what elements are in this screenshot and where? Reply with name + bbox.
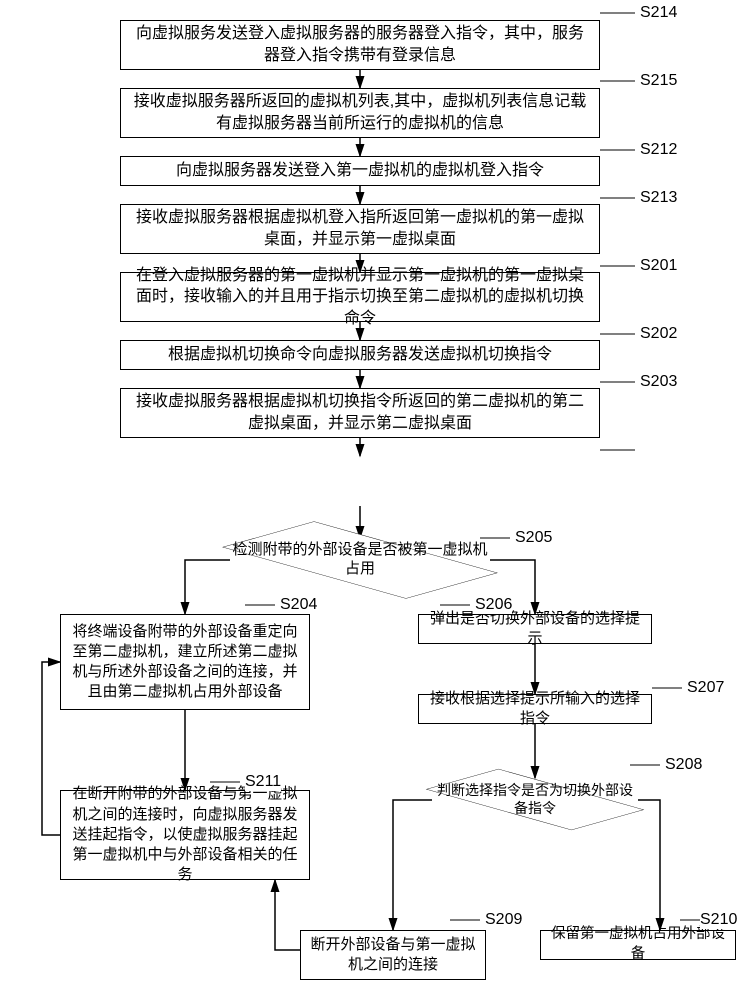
node-S207: 接收根据选择提示所输入的选择指令 bbox=[418, 694, 652, 724]
node-S204: 将终端设备附带的外部设备重定向至第二虚拟机，建立所述第二虚拟机与所述外部设备之间… bbox=[60, 614, 310, 710]
node-S209: 断开外部设备与第一虚拟机之间的连接 bbox=[300, 930, 486, 980]
node-S208: 判断选择指令是否为切换外部设备指令 bbox=[432, 748, 638, 851]
label-S202: S202 bbox=[640, 325, 677, 343]
label-S203: S203 bbox=[640, 373, 677, 391]
node-S202: 根据虚拟机切换命令向虚拟服务器发送虚拟机切换指令 bbox=[120, 340, 600, 370]
node-S205: 检测附带的外部设备是否被第一虚拟机占用 bbox=[230, 495, 490, 625]
node-text: 判断选择指令是否为切换外部设备指令 bbox=[432, 782, 638, 817]
label-S204: S204 bbox=[280, 596, 317, 614]
node-S210: 保留第一虚拟机占用外部设备 bbox=[540, 930, 736, 960]
node-S203: 接收虚拟服务器根据虚拟机切换指令所返回的第二虚拟机的第二虚拟桌面，并显示第二虚拟… bbox=[120, 388, 600, 438]
label-S210: S210 bbox=[700, 911, 737, 929]
node-text: 接收虚拟服务器所返回的虚拟机列表,其中，虚拟机列表信息记载有虚拟服务器当前所运行… bbox=[129, 91, 591, 134]
label-S214: S214 bbox=[640, 4, 677, 22]
label-S208: S208 bbox=[665, 756, 702, 774]
label-S215: S215 bbox=[640, 72, 677, 90]
node-text: 接收虚拟服务器根据虚拟机登入指所返回第一虚拟机的第一虚拟桌面，并显示第一虚拟桌面 bbox=[129, 207, 591, 250]
label-S206: S206 bbox=[475, 596, 512, 614]
label-S209: S209 bbox=[485, 911, 522, 929]
node-text: 将终端设备附带的外部设备重定向至第二虚拟机，建立所述第二虚拟机与所述外部设备之间… bbox=[69, 622, 301, 703]
node-S214: 向虚拟服务发送登入虚拟服务器的服务器登入指令，其中，服务器登入指令携带有登录信息 bbox=[120, 20, 600, 70]
node-S206: 弹出是否切换外部设备的选择提示 bbox=[418, 614, 652, 644]
node-S212: 向虚拟服务器发送登入第一虚拟机的虚拟机登入指令 bbox=[120, 156, 600, 186]
label-S201: S201 bbox=[640, 257, 677, 275]
node-text: 向虚拟服务器发送登入第一虚拟机的虚拟机登入指令 bbox=[176, 160, 544, 182]
node-text: 接收根据选择提示所输入的选择指令 bbox=[427, 689, 643, 730]
label-S213: S213 bbox=[640, 189, 677, 207]
label-S212: S212 bbox=[640, 141, 677, 159]
node-text: 检测附带的外部设备是否被第一虚拟机占用 bbox=[230, 541, 490, 579]
node-S213: 接收虚拟服务器根据虚拟机登入指所返回第一虚拟机的第一虚拟桌面，并显示第一虚拟桌面 bbox=[120, 204, 600, 254]
node-S211: 在断开附带的外部设备与第一虚拟机之间的连接时，向虚拟服务器发送挂起指令，以使虚拟… bbox=[60, 790, 310, 880]
node-text: 弹出是否切换外部设备的选择提示 bbox=[427, 609, 643, 650]
node-text: 接收虚拟服务器根据虚拟机切换指令所返回的第二虚拟机的第二虚拟桌面，并显示第二虚拟… bbox=[129, 391, 591, 434]
node-text: 向虚拟服务发送登入虚拟服务器的服务器登入指令，其中，服务器登入指令携带有登录信息 bbox=[129, 23, 591, 66]
label-S205: S205 bbox=[515, 529, 552, 547]
node-S201: 在登入虚拟服务器的第一虚拟机并显示第一虚拟机的第一虚拟桌面时，接收输入的并且用于… bbox=[120, 272, 600, 322]
node-text: 保留第一虚拟机占用外部设备 bbox=[549, 925, 727, 964]
node-text: 在断开附带的外部设备与第一虚拟机之间的连接时，向虚拟服务器发送挂起指令，以使虚拟… bbox=[69, 784, 301, 885]
node-text: 断开外部设备与第一虚拟机之间的连接 bbox=[309, 935, 477, 976]
node-S215: 接收虚拟服务器所返回的虚拟机列表,其中，虚拟机列表信息记载有虚拟服务器当前所运行… bbox=[120, 88, 600, 138]
label-S211: S211 bbox=[245, 773, 281, 791]
flowchart-canvas: 向虚拟服务发送登入虚拟服务器的服务器登入指令，其中，服务器登入指令携带有登录信息… bbox=[0, 0, 745, 1000]
node-text: 根据虚拟机切换命令向虚拟服务器发送虚拟机切换指令 bbox=[168, 344, 552, 366]
label-S207: S207 bbox=[687, 679, 724, 697]
node-text: 在登入虚拟服务器的第一虚拟机并显示第一虚拟机的第一虚拟桌面时，接收输入的并且用于… bbox=[129, 265, 591, 330]
